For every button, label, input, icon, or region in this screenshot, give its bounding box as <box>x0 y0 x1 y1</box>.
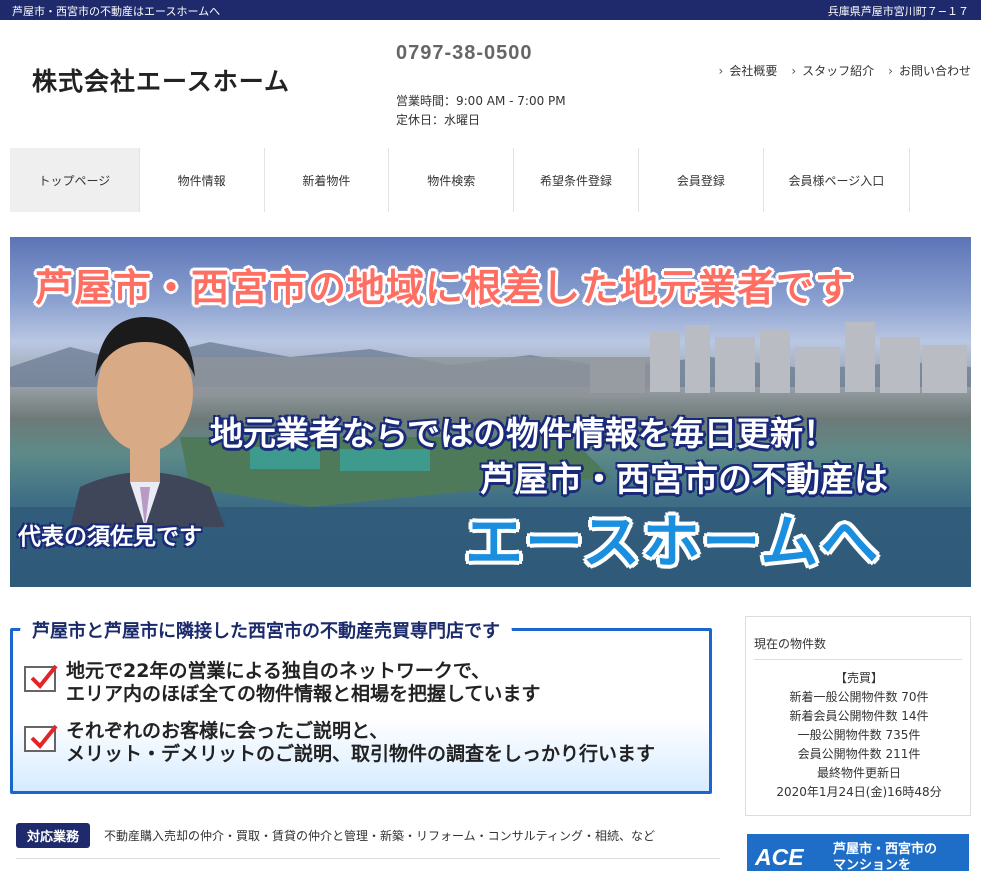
checkmark-icon <box>24 724 58 752</box>
services-label: 対応業務 <box>16 823 91 848</box>
intro-heading: 芦屋市と芦屋市に隣接した西宮市の不動産売買専門店です <box>20 618 512 646</box>
staff-link[interactable]: スタッフ紹介 <box>791 62 874 79</box>
ad-text: 芦屋市・西宮市の マンションを <box>833 842 937 871</box>
intro-point-2: それぞれのお客様に会ったご説明と、 メリット・デメリットのご説明、取引物件の調査… <box>24 720 704 766</box>
nav-item-search[interactable]: 物件検索 <box>389 148 515 212</box>
mansion-ad-banner[interactable]: ACE 芦屋市・西宮市の マンションを <box>747 834 969 871</box>
ad-text-line-1: 芦屋市・西宮市の <box>833 842 938 857</box>
phone-number[interactable]: 0797-38-0500 <box>396 42 533 65</box>
representative-photo <box>70 317 225 527</box>
nav-item-top[interactable]: トップページ <box>10 148 140 212</box>
hero-banner: 芦屋市・西宮市の地域に根差した地元業者です 地元業者ならではの物件情報を毎日更新… <box>10 237 971 587</box>
checkmark-icon <box>24 664 58 692</box>
widget-divider <box>754 659 962 660</box>
stat-public: 一般公開物件数 735件 <box>797 728 921 742</box>
intro-point-2-line-1: それぞれのお客様に会ったご説明と、 <box>66 720 389 742</box>
company-address: 兵庫県芦屋市宮川町７−１７ <box>827 5 969 18</box>
stat-last-update-label: 最終物件更新日 <box>816 766 901 780</box>
main-nav: トップページ 物件情報 新着物件 物件検索 希望条件登録 会員登録 会員様ページ… <box>10 148 911 212</box>
services-divider <box>16 858 720 859</box>
stat-member: 会員公開物件数 211件 <box>797 747 921 761</box>
hero-brand: エースホームへ <box>465 508 881 576</box>
services-text: 不動産購入売却の仲介・買取・賃貸の仲介と管理・新築・リフォーム・コンサルティング… <box>104 829 655 843</box>
stat-section: 【売買】 <box>834 671 883 685</box>
company-overview-link[interactable]: 会社概要 <box>719 62 777 79</box>
stat-new-member: 新着会員公開物件数 14件 <box>789 709 929 723</box>
property-count-widget: 現在の物件数 【売買】 新着一般公開物件数 70件 新着会員公開物件数 14件 … <box>745 616 971 816</box>
hero-representative-caption: 代表の須佐見です <box>18 524 202 550</box>
stat-last-update-date: 2020年1月24日(金)16時48分 <box>776 785 942 799</box>
business-hours: 営業時間：9:00 AM - 7:00 PM 定休日：水曜日 <box>396 92 566 130</box>
company-logo[interactable]: 株式会社エースホーム <box>32 62 290 98</box>
intro-frame <box>10 628 712 794</box>
widget-title: 現在の物件数 <box>754 637 827 651</box>
closed-day-text: 定休日：水曜日 <box>396 113 481 127</box>
intro-point-2-line-2: メリット・デメリットのご説明、取引物件の調査をしっかり行います <box>66 743 656 765</box>
ace-logo: ACE <box>755 844 804 870</box>
nav-item-wish[interactable]: 希望条件登録 <box>514 148 639 212</box>
intro-box: 芦屋市と芦屋市に隣接した西宮市の不動産売買専門店です 地元で22年の営業による独… <box>10 618 712 794</box>
intro-point-1-line-2: エリア内のほぼ全ての物件情報と相場を把握しています <box>66 683 541 705</box>
hero-subline-2: 芦屋市・西宮市の不動産は <box>480 460 888 500</box>
widget-stats: 【売買】 新着一般公開物件数 70件 新着会員公開物件数 14件 一般公開物件数… <box>746 669 972 802</box>
site-tagline: 芦屋市・西宮市の不動産はエースホームへ <box>12 5 221 18</box>
hero-subline-1: 地元業者ならではの物件情報を毎日更新！ <box>210 414 837 453</box>
stat-new-public: 新着一般公開物件数 70件 <box>789 690 929 704</box>
contact-link[interactable]: お問い合わせ <box>888 62 971 79</box>
nav-item-register[interactable]: 会員登録 <box>639 148 764 212</box>
nav-item-member[interactable]: 会員様ページ入口 <box>764 148 911 212</box>
nav-item-properties[interactable]: 物件情報 <box>140 148 265 212</box>
header-links: 会社概要 スタッフ紹介 お問い合わせ <box>719 62 971 79</box>
intro-point-1-line-1: 地元で22年の営業による独自のネットワークで、 <box>66 660 491 682</box>
intro-point-1: 地元で22年の営業による独自のネットワークで、 エリア内のほぼ全ての物件情報と相… <box>24 660 704 706</box>
ad-text-line-2: マンションを <box>833 858 912 871</box>
services-row: 対応業務 不動産購入売却の仲介・買取・賃貸の仲介と管理・新築・リフォーム・コンサ… <box>16 823 655 848</box>
hero-headline: 芦屋市・西宮市の地域に根差した地元業者です <box>35 266 855 310</box>
hours-text: 営業時間：9:00 AM - 7:00 PM <box>396 94 566 108</box>
top-bar: 芦屋市・西宮市の不動産はエースホームへ 兵庫県芦屋市宮川町７−１７ <box>0 0 981 20</box>
nav-item-new[interactable]: 新着物件 <box>265 148 390 212</box>
